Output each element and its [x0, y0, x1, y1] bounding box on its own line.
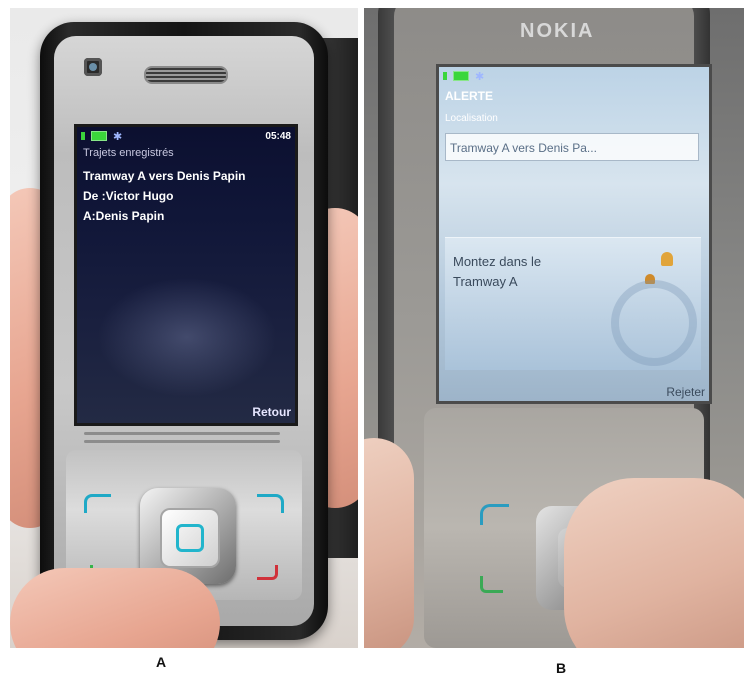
- end-key-icon[interactable]: [257, 565, 278, 580]
- alert-popup: Montez dans le Tramway A: [445, 237, 701, 370]
- panel-label-b: B: [556, 660, 567, 676]
- earpiece-grill: [144, 66, 228, 84]
- screen-heading: Trajets enregistrés: [83, 147, 174, 159]
- phone-a: ✱ 05:48 Trajets enregistrés Tramway A ve…: [40, 22, 328, 640]
- route-origin: De :Victor Hugo: [83, 189, 174, 203]
- reject-softkey[interactable]: Rejeter: [666, 385, 705, 399]
- route-field[interactable]: Tramway A vers Denis Pa...: [445, 133, 699, 161]
- signal-icon: [81, 132, 85, 140]
- battery-icon: [91, 131, 107, 141]
- clock-time: 05:48: [265, 130, 291, 142]
- select-button[interactable]: [160, 508, 220, 568]
- popup-line-1: Montez dans le: [453, 254, 542, 269]
- thumb-bottom: [10, 568, 220, 648]
- battery-icon: [453, 71, 469, 81]
- phone-b-screen: ✱ ALERTE Localisation Tramway A vers Den…: [436, 64, 712, 404]
- status-bar: ✱ 05:48: [81, 129, 291, 143]
- panel-label-a: A: [156, 654, 167, 670]
- back-softkey[interactable]: Retour: [252, 405, 291, 419]
- right-softkey-button[interactable]: [257, 494, 284, 513]
- popup-line-2: Tramway A: [453, 274, 518, 289]
- status-bar-b: ✱: [443, 69, 705, 83]
- slider-groove-2: [84, 440, 280, 443]
- phone-a-screen: ✱ 05:48 Trajets enregistrés Tramway A ve…: [74, 124, 298, 426]
- alert-title: ALERTE: [445, 89, 493, 103]
- left-softkey-button[interactable]: [84, 494, 111, 513]
- alert-subtitle: Localisation: [445, 113, 498, 124]
- slider-groove: [84, 432, 280, 435]
- pressing-finger: [564, 478, 744, 648]
- call-key-icon[interactable]: [480, 576, 503, 593]
- left-finger: [364, 438, 414, 648]
- bluetooth-icon: ✱: [475, 70, 485, 83]
- signal-icon: [443, 72, 447, 80]
- bell-icon: [661, 252, 673, 266]
- screen-glare: [97, 277, 277, 397]
- camera-icon: [84, 58, 102, 76]
- left-softkey-button[interactable]: [480, 504, 509, 525]
- route-name[interactable]: Tramway A vers Denis Papin: [83, 169, 246, 183]
- bluetooth-icon: ✱: [113, 130, 123, 143]
- brand-logo: NOKIA: [520, 20, 595, 42]
- photo-panel-a: ✱ 05:48 Trajets enregistrés Tramway A ve…: [10, 8, 358, 648]
- phone-a-face: ✱ 05:48 Trajets enregistrés Tramway A ve…: [54, 36, 314, 626]
- photo-panel-b: NOKIA ✱ ALERTE Localisation Tramway A ve…: [364, 8, 744, 648]
- route-destination: A:Denis Papin: [83, 209, 165, 223]
- decorative-ring: [611, 280, 697, 366]
